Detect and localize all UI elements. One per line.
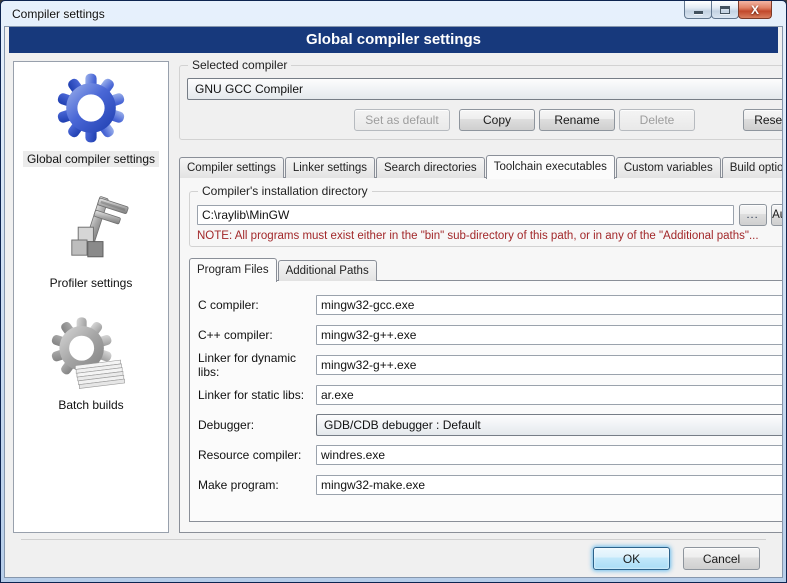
reset-defaults-button[interactable]: Reset defaults: [743, 109, 783, 131]
tab-build-options[interactable]: Build options: [722, 157, 783, 178]
dialog-footer: OK Cancel: [21, 539, 766, 577]
ok-button[interactable]: OK: [593, 547, 670, 570]
close-button[interactable]: X: [738, 1, 772, 19]
tab-program-files[interactable]: Program Files: [189, 258, 277, 282]
installation-directory-legend: Compiler's installation directory: [198, 184, 372, 198]
field-label: Linker for static libs:: [198, 388, 316, 402]
sidebar-item-label: Batch builds: [54, 397, 127, 413]
debugger-select[interactable]: GDB/CDB debugger : Default: [316, 414, 783, 436]
titlebar[interactable]: Compiler settings: [4, 1, 783, 26]
resource-compiler-input[interactable]: [316, 445, 783, 465]
blue-gear-icon: [51, 67, 131, 149]
settings-tabstrip: Compiler settings Linker settings Search…: [179, 154, 783, 178]
field-label: C compiler:: [198, 298, 316, 312]
set-as-default-button[interactable]: Set as default: [354, 109, 450, 131]
selected-compiler-legend: Selected compiler: [188, 58, 291, 72]
compiler-select-value: GNU GCC Compiler: [195, 82, 303, 96]
debugger-select-value: GDB/CDB debugger : Default: [324, 418, 481, 432]
static-linker-row: Linker for static libs: ...: [198, 384, 783, 405]
maximize-icon: [720, 6, 730, 14]
copy-button[interactable]: Copy: [459, 109, 535, 131]
field-label: Debugger:: [198, 418, 316, 432]
selected-compiler-group: Selected compiler GNU GCC Compiler Set a…: [179, 65, 783, 140]
static-linker-input[interactable]: [316, 385, 783, 405]
resource-compiler-row: Resource compiler: ...: [198, 444, 783, 465]
tab-linker-settings[interactable]: Linker settings: [285, 157, 375, 178]
dialog-client: Global compiler settings: [4, 26, 783, 578]
page-title: Global compiler settings: [9, 27, 778, 53]
sidebar-item-label: Global compiler settings: [23, 151, 159, 167]
minimize-icon: [694, 11, 703, 14]
installation-directory-group: Compiler's installation directory ... Au…: [189, 191, 783, 247]
tab-toolchain-executables[interactable]: Toolchain executables: [486, 155, 615, 179]
tab-custom-variables[interactable]: Custom variables: [616, 157, 721, 178]
tab-search-directories[interactable]: Search directories: [376, 157, 485, 178]
caliper-icon: [51, 191, 131, 273]
close-icon: X: [751, 4, 759, 16]
main-panel: Selected compiler GNU GCC Compiler Set a…: [179, 61, 783, 533]
programs-tabstrip: Program Files Additional Paths: [189, 258, 783, 281]
program-files-panel: C compiler: ... C++ compiler: ... Linker…: [189, 280, 783, 522]
rename-button[interactable]: Rename: [539, 109, 615, 131]
compiler-buttons-row: Set as default Copy Rename Delete Reset …: [187, 109, 783, 131]
delete-button[interactable]: Delete: [619, 109, 695, 131]
field-label: Linker for dynamic libs:: [198, 351, 316, 379]
settings-category-list: Global compiler settings: [13, 61, 169, 533]
field-label: C++ compiler:: [198, 328, 316, 342]
cpp-compiler-input[interactable]: [316, 325, 783, 345]
maximize-button[interactable]: [711, 1, 739, 19]
installation-directory-input[interactable]: [197, 205, 734, 225]
c-compiler-row: C compiler: ...: [198, 294, 783, 315]
cpp-compiler-row: C++ compiler: ...: [198, 324, 783, 345]
field-label: Make program:: [198, 478, 316, 492]
window-controls: X: [685, 1, 772, 19]
sidebar-item-global-compiler-settings[interactable]: Global compiler settings: [14, 67, 168, 167]
window-title: Compiler settings: [12, 7, 105, 21]
debugger-row: Debugger: GDB/CDB debugger : Default: [198, 414, 783, 435]
c-compiler-input[interactable]: [316, 295, 783, 315]
auto-detect-button[interactable]: Auto-detect: [771, 204, 783, 226]
bin-subdirectory-note: NOTE: All programs must exist either in …: [197, 230, 783, 242]
cancel-button[interactable]: Cancel: [683, 547, 760, 570]
dynamic-linker-row: Linker for dynamic libs: ...: [198, 354, 783, 375]
tab-additional-paths[interactable]: Additional Paths: [278, 260, 377, 281]
sidebar-item-label: Profiler settings: [46, 275, 137, 291]
make-program-row: Make program: ...: [198, 474, 783, 495]
sidebar-item-profiler-settings[interactable]: Profiler settings: [14, 191, 168, 291]
toolchain-executables-panel: Compiler's installation directory ... Au…: [179, 177, 783, 533]
compiler-select[interactable]: GNU GCC Compiler: [187, 78, 783, 100]
browse-directory-button[interactable]: ...: [739, 204, 767, 226]
body: Global compiler settings: [5, 53, 782, 533]
field-label: Resource compiler:: [198, 448, 316, 462]
dynamic-linker-input[interactable]: [316, 355, 783, 375]
minimize-button[interactable]: [684, 1, 712, 19]
sidebar-item-batch-builds[interactable]: Batch builds: [14, 317, 168, 413]
installation-directory-row: ... Auto-detect: [197, 204, 783, 226]
tab-compiler-settings[interactable]: Compiler settings: [179, 157, 284, 178]
make-program-input[interactable]: [316, 475, 783, 495]
compiler-settings-window: Compiler settings X Global compiler sett…: [0, 0, 787, 583]
gray-gear-stack-icon: [51, 317, 131, 395]
